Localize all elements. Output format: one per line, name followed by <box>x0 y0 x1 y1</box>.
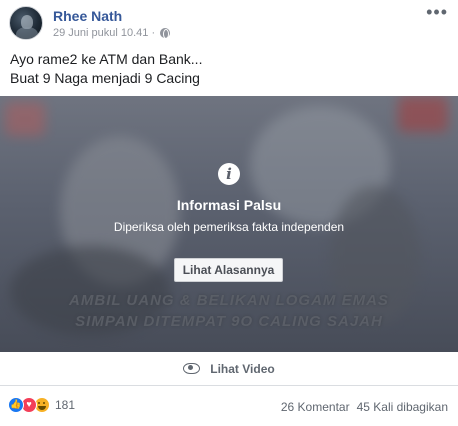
overlay-title: Informasi Palsu <box>176 197 282 213</box>
avatar-figure-body <box>16 27 38 39</box>
overlay-subtitle: Diperiksa oleh pemeriksa fakta independe… <box>113 220 345 234</box>
avatar[interactable] <box>9 6 43 40</box>
post-text: Ayo rame2 ke ATM dan Bank... Buat 9 Naga… <box>10 50 202 88</box>
see-why-button[interactable]: Lihat Alasannya <box>174 258 283 282</box>
comments-count[interactable]: 26 Komentar <box>281 400 350 414</box>
see-video-label: Lihat Video <box>210 361 275 376</box>
shares-count[interactable]: 45 Kali dibagikan <box>357 400 448 414</box>
facebook-post: Rhee Nath 29 Juni pukul 10.41 · ••• Ayo … <box>0 0 458 426</box>
info-icon: i <box>218 163 240 185</box>
eye-icon <box>183 363 201 374</box>
post-meta: 29 Juni pukul 10.41 · <box>53 27 171 39</box>
see-video-button[interactable]: Lihat Video <box>0 352 458 386</box>
false-information-overlay: i Informasi Palsu Diperiksa oleh pemerik… <box>0 96 458 352</box>
timestamp[interactable]: 29 Juni pukul 10.41 · <box>53 27 155 39</box>
blurred-video-media[interactable]: AMBIL UANG & BELIKAN LOGAM EMAS SIMPAN D… <box>0 96 458 352</box>
post-text-line: Ayo rame2 ke ATM dan Bank... <box>10 51 203 67</box>
engagement-counts: 26 Komentar 45 Kali dibagikan <box>281 400 448 414</box>
more-options-button[interactable]: ••• <box>426 3 448 21</box>
post-text-line: Buat 9 Naga menjadi 9 Cacing <box>10 70 200 86</box>
reaction-count[interactable]: 181 <box>55 398 75 412</box>
like-icon: 👍 <box>8 397 24 413</box>
globe-icon <box>160 28 171 39</box>
reactions-summary[interactable]: 👍 ♥ 181 <box>8 397 75 413</box>
author-name[interactable]: Rhee Nath <box>53 8 122 24</box>
